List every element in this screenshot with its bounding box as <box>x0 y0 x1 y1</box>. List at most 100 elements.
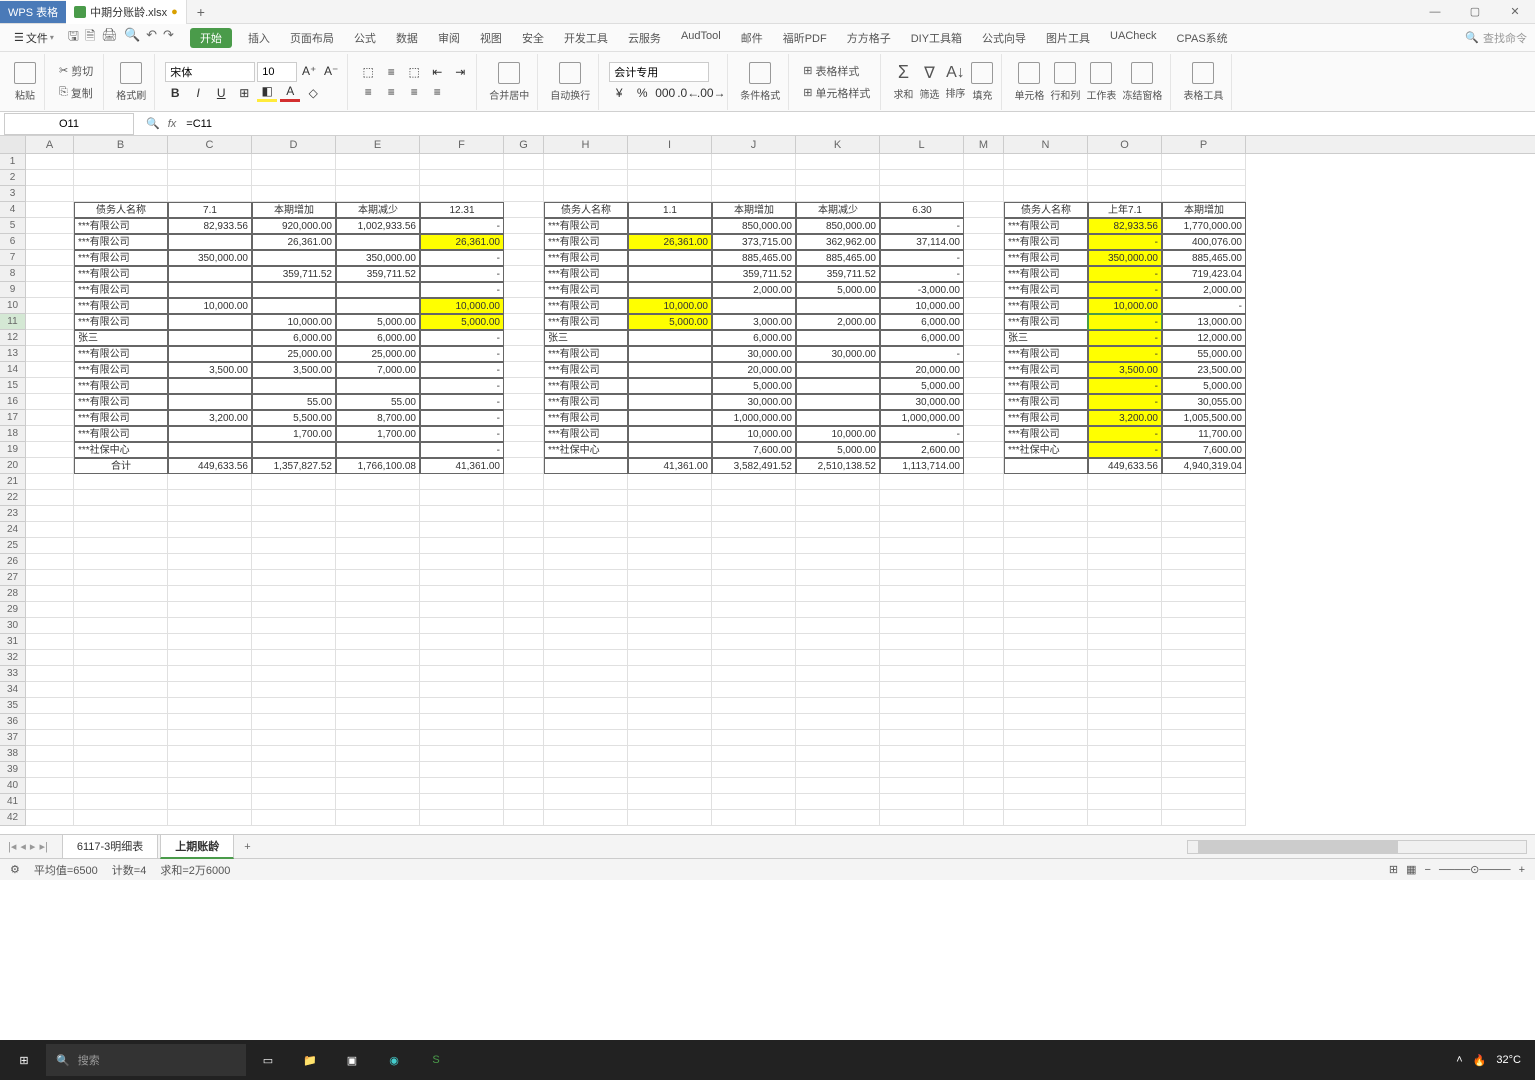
cell[interactable] <box>796 778 880 794</box>
row-header-34[interactable]: 34 <box>0 682 26 698</box>
cell[interactable]: - <box>880 250 964 266</box>
row-header-11[interactable]: 11 <box>0 314 26 330</box>
cell[interactable] <box>1004 490 1088 506</box>
cell[interactable] <box>1004 154 1088 170</box>
menu-tab-12[interactable]: 福昕PDF <box>779 28 831 48</box>
cell[interactable]: - <box>880 266 964 282</box>
cell[interactable] <box>420 730 504 746</box>
cell[interactable] <box>26 154 74 170</box>
row-header-25[interactable]: 25 <box>0 538 26 554</box>
cell[interactable]: 26,361.00 <box>252 234 336 250</box>
cell[interactable]: - <box>420 378 504 394</box>
row-header-9[interactable]: 9 <box>0 282 26 298</box>
settings-icon[interactable]: ⚙ <box>10 863 20 876</box>
cell[interactable] <box>628 410 712 426</box>
cell[interactable] <box>796 554 880 570</box>
cell[interactable] <box>26 522 74 538</box>
cell[interactable]: ***有限公司 <box>74 234 168 250</box>
cell[interactable] <box>964 442 1004 458</box>
cell[interactable]: - <box>420 282 504 298</box>
cell[interactable] <box>712 794 796 810</box>
cell[interactable] <box>712 474 796 490</box>
cell[interactable] <box>336 810 420 826</box>
cell[interactable] <box>964 458 1004 474</box>
cell[interactable] <box>628 794 712 810</box>
cell[interactable] <box>628 666 712 682</box>
cell[interactable] <box>252 650 336 666</box>
cell[interactable] <box>74 170 168 186</box>
cell[interactable] <box>252 810 336 826</box>
cell[interactable] <box>1088 650 1162 666</box>
cell[interactable]: - <box>420 410 504 426</box>
border-button[interactable]: ⊞ <box>234 84 254 102</box>
row-header-8[interactable]: 8 <box>0 266 26 282</box>
row-header-27[interactable]: 27 <box>0 570 26 586</box>
cell[interactable] <box>1162 682 1246 698</box>
cell[interactable]: 1,770,000.00 <box>1162 218 1246 234</box>
cell[interactable]: 359,711.52 <box>252 266 336 282</box>
cell[interactable] <box>964 426 1004 442</box>
cell[interactable] <box>712 618 796 634</box>
cell[interactable] <box>504 330 544 346</box>
cell[interactable] <box>628 474 712 490</box>
italic-button[interactable]: I <box>188 84 208 102</box>
cell[interactable]: ***有限公司 <box>1004 298 1088 314</box>
cell[interactable]: 850,000.00 <box>712 218 796 234</box>
cell[interactable] <box>1088 666 1162 682</box>
cell[interactable] <box>880 474 964 490</box>
cell[interactable] <box>1088 762 1162 778</box>
cell[interactable] <box>504 378 544 394</box>
row-header-7[interactable]: 7 <box>0 250 26 266</box>
cell[interactable]: 30,000.00 <box>712 394 796 410</box>
cell[interactable] <box>796 634 880 650</box>
cell[interactable] <box>420 666 504 682</box>
cell[interactable] <box>1162 522 1246 538</box>
cell[interactable] <box>504 634 544 650</box>
cell[interactable] <box>1004 714 1088 730</box>
cell[interactable] <box>628 394 712 410</box>
cell[interactable] <box>336 778 420 794</box>
underline-button[interactable]: U <box>211 84 231 102</box>
cell[interactable] <box>420 186 504 202</box>
cell[interactable] <box>628 538 712 554</box>
cell[interactable] <box>628 154 712 170</box>
cell[interactable] <box>796 810 880 826</box>
cell[interactable]: 885,465.00 <box>796 250 880 266</box>
cell[interactable] <box>504 346 544 362</box>
cell[interactable] <box>168 762 252 778</box>
cell[interactable]: ***有限公司 <box>1004 250 1088 266</box>
cell[interactable]: ***有限公司 <box>1004 314 1088 330</box>
cell[interactable] <box>168 618 252 634</box>
cell[interactable]: 26,361.00 <box>628 234 712 250</box>
cell[interactable] <box>544 154 628 170</box>
wrap-button[interactable]: 自动换行 <box>548 60 592 104</box>
cell[interactable] <box>74 586 168 602</box>
cell[interactable] <box>1088 714 1162 730</box>
cell[interactable]: ***有限公司 <box>544 410 628 426</box>
cell[interactable]: 885,465.00 <box>712 250 796 266</box>
merge-button[interactable]: 合并居中 <box>487 60 531 104</box>
cell[interactable] <box>168 490 252 506</box>
cell[interactable] <box>504 186 544 202</box>
cell[interactable] <box>26 554 74 570</box>
cell[interactable]: 25,000.00 <box>336 346 420 362</box>
cell[interactable] <box>628 250 712 266</box>
cell[interactable] <box>252 570 336 586</box>
cell[interactable] <box>880 666 964 682</box>
cell[interactable] <box>964 218 1004 234</box>
cell[interactable] <box>168 154 252 170</box>
cell[interactable]: 5,000.00 <box>628 314 712 330</box>
cell[interactable] <box>1088 474 1162 490</box>
cell[interactable] <box>880 778 964 794</box>
cell[interactable] <box>628 650 712 666</box>
cell[interactable] <box>168 506 252 522</box>
cell[interactable] <box>544 650 628 666</box>
comma-icon[interactable]: 000 <box>655 84 675 102</box>
cell[interactable] <box>336 170 420 186</box>
cell[interactable] <box>26 586 74 602</box>
cell[interactable] <box>796 586 880 602</box>
cell[interactable]: ***社保中心 <box>74 442 168 458</box>
cell[interactable] <box>964 474 1004 490</box>
cell[interactable] <box>420 154 504 170</box>
cell[interactable] <box>168 426 252 442</box>
